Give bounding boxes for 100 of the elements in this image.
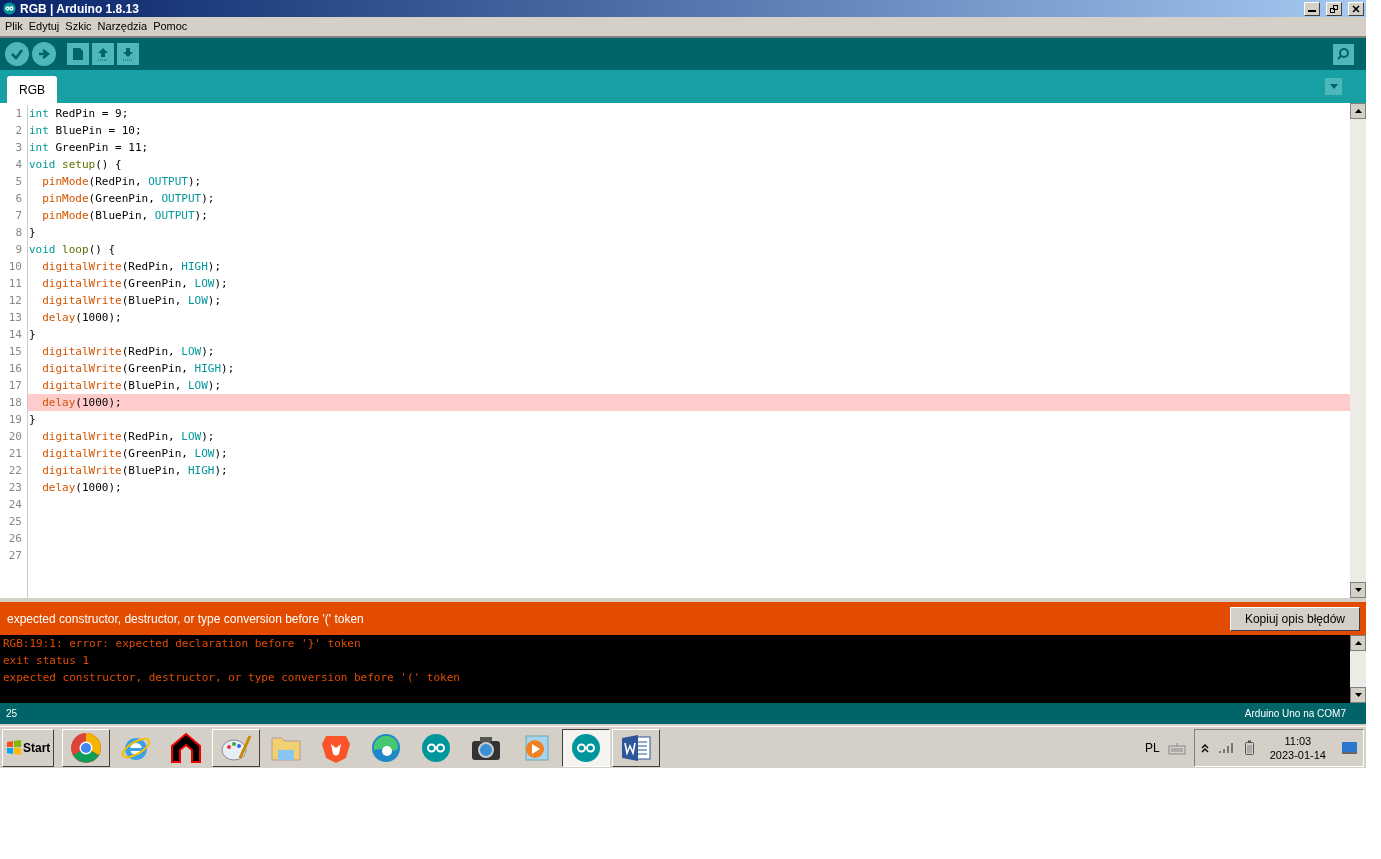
windows-logo-icon <box>6 739 22 756</box>
clock-time: 11:03 <box>1284 733 1312 748</box>
taskbar-app-button[interactable] <box>562 728 611 767</box>
start-button[interactable]: Start <box>2 728 55 767</box>
line-number: 8 <box>14 225 23 241</box>
code-line: void setup() { <box>29 157 122 173</box>
line-number: 13 <box>7 310 23 326</box>
line-number: 1 <box>14 106 23 122</box>
arrow-down-icon <box>121 47 135 61</box>
battery-icon[interactable] <box>1244 740 1254 755</box>
serial-monitor-button[interactable] <box>1333 43 1354 65</box>
close-button[interactable] <box>1348 1 1364 16</box>
code-line: digitalWrite(GreenPin, LOW); <box>41 446 228 462</box>
code-line: digitalWrite(RedPin, LOW); <box>41 429 215 445</box>
restore-button[interactable] <box>1326 1 1342 16</box>
line-number: 19 <box>7 412 23 428</box>
arduino-icon <box>3 2 16 15</box>
code-line: digitalWrite(BluePin, HIGH); <box>41 463 228 479</box>
code-line: delay(1000); <box>41 480 122 496</box>
show-desktop-icon[interactable] <box>1342 741 1357 754</box>
code-line: int BluePin = 10; <box>29 123 142 139</box>
menu-item[interactable]: Plik <box>2 18 26 35</box>
menu-item[interactable]: Edytuj <box>25 18 63 35</box>
clock[interactable]: 11:03 2023-01-14 <box>1263 733 1332 762</box>
code-line: } <box>29 412 36 428</box>
code-line: pinMode(BluePin, OUTPUT); <box>41 208 208 224</box>
new-button[interactable] <box>67 43 89 65</box>
line-number: 14 <box>7 327 23 343</box>
line-number: 22 <box>7 463 23 479</box>
line-number: 2 <box>14 123 23 139</box>
arrow-right-icon <box>37 47 51 61</box>
document-icon <box>72 47 84 61</box>
menu-item[interactable]: Szkic <box>62 18 95 35</box>
line-number: 16 <box>7 361 23 377</box>
line-indicator: 25 <box>6 707 18 721</box>
code-line: int RedPin = 9; <box>29 106 129 122</box>
up-arrow-icon <box>1354 641 1362 645</box>
arduino-icon <box>421 732 452 763</box>
code-line: digitalWrite(BluePin, LOW); <box>41 378 222 394</box>
line-number: 7 <box>14 208 23 224</box>
line-number: 23 <box>7 480 23 496</box>
down-arrow-icon <box>1354 588 1362 592</box>
clock-date: 2023-01-14 <box>1269 747 1326 762</box>
line-number: 26 <box>7 531 23 547</box>
console-line: RGB:19:1: error: expected declaration before '}' token <box>3 636 362 652</box>
line-number: 4 <box>14 157 23 173</box>
code-line: digitalWrite(RedPin, HIGH); <box>41 259 222 275</box>
signal-icon[interactable] <box>1218 741 1235 754</box>
line-number: 11 <box>7 276 23 292</box>
browser-icon <box>70 731 103 764</box>
minimize-icon <box>1308 10 1316 12</box>
open-button[interactable] <box>92 43 114 65</box>
copy-errors-button[interactable]: Kopiuj opis błędów <box>1229 606 1360 631</box>
code-line: void loop() { <box>29 242 116 258</box>
chevron-up-icon[interactable] <box>1200 742 1209 753</box>
line-number: 20 <box>7 429 23 445</box>
verify-button[interactable] <box>5 42 29 66</box>
magnifier-icon <box>1336 47 1351 61</box>
line-number: 17 <box>7 378 23 394</box>
error-message: expected constructor, destructor, or type conversion before '(' token <box>7 610 365 628</box>
code-line: delay(1000); <box>41 395 122 411</box>
scroll-down-button[interactable] <box>1350 687 1366 703</box>
browser-icon <box>370 731 403 764</box>
line-number: 25 <box>7 514 23 530</box>
line-number: 3 <box>14 140 23 156</box>
save-button[interactable] <box>117 43 139 65</box>
upload-button[interactable] <box>32 42 56 66</box>
arduino-icon <box>571 732 602 763</box>
code-line: pinMode(RedPin, OUTPUT); <box>41 174 202 190</box>
line-number: 5 <box>14 174 23 190</box>
menu-item[interactable]: Pomoc <box>150 18 191 35</box>
line-number: 15 <box>7 344 23 360</box>
board-indicator: Arduino Uno na COM7 <box>1244 707 1346 721</box>
minimize-button[interactable] <box>1304 1 1320 16</box>
restore-icon <box>1330 4 1338 13</box>
code-line: delay(1000); <box>41 310 122 326</box>
code-line: digitalWrite(RedPin, LOW); <box>41 344 215 360</box>
scroll-down-button[interactable] <box>1350 582 1366 598</box>
code-line: } <box>29 327 36 343</box>
tab-menu-button[interactable] <box>1325 78 1342 95</box>
line-number: 9 <box>14 242 23 258</box>
caret-icon <box>1329 84 1338 89</box>
file-tab[interactable]: RGB <box>7 76 57 103</box>
code-line: digitalWrite(GreenPin, LOW); <box>41 276 228 292</box>
arrow-up-icon <box>96 47 110 61</box>
code-line: pinMode(GreenPin, OUTPUT); <box>41 191 215 207</box>
window-title: RGB | Arduino 1.8.13 <box>20 0 139 18</box>
up-arrow-icon <box>1354 109 1362 113</box>
line-number: 12 <box>7 293 23 309</box>
line-number: 10 <box>7 259 23 275</box>
down-arrow-icon <box>1354 693 1362 697</box>
menu-item[interactable]: Narzędzia <box>94 18 151 35</box>
scroll-up-button[interactable] <box>1350 103 1366 119</box>
language-indicator[interactable]: PL <box>1145 738 1160 757</box>
code-line: int GreenPin = 11; <box>29 140 149 156</box>
scroll-up-button[interactable] <box>1350 635 1366 651</box>
console-line: expected constructor, destructor, or type conversion before '(' token <box>3 670 461 686</box>
code-line: } <box>29 225 36 241</box>
line-number: 24 <box>7 497 23 513</box>
close-icon <box>1352 4 1360 13</box>
